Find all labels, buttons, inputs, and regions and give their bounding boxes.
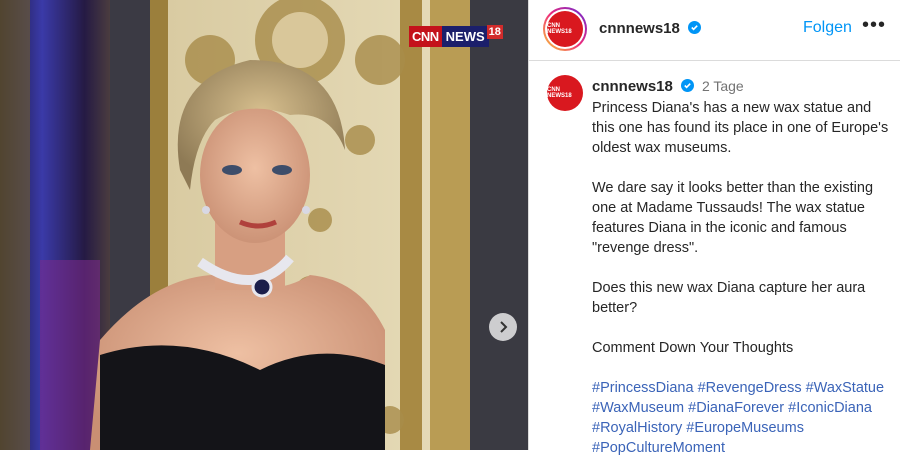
header-username[interactable]: cnnnews18 <box>599 20 702 37</box>
post-caption: cnnnews18 2 Tage Princess Diana's has a … <box>592 76 892 458</box>
caption-avatar[interactable]: CNN NEWS18 <box>547 75 583 111</box>
verified-badge-icon <box>688 20 702 34</box>
watermark-18: 18 <box>486 25 503 39</box>
post-header: CNN NEWS18 cnnnews18 Folgen ••• <box>529 0 900 61</box>
hashtag-link[interactable]: #WaxMuseum <box>592 400 684 416</box>
verified-badge-icon <box>680 78 694 92</box>
hashtag-link[interactable]: #RevengeDress <box>698 380 802 396</box>
hashtag-link[interactable]: #PopCultureMoment <box>592 440 725 456</box>
caption-paragraph-1: Princess Diana's has a new wax statue an… <box>592 100 889 156</box>
hashtag-link[interactable]: #EuropeMuseums <box>686 420 804 436</box>
profile-avatar: CNN NEWS18 <box>547 11 583 47</box>
wax-statue-photo <box>0 0 528 450</box>
post-side-panel: CNN NEWS18 cnnnews18 Folgen ••• CNN NEWS… <box>528 0 900 456</box>
caption-username[interactable]: cnnnews18 <box>592 78 673 95</box>
post-time[interactable]: 2 Tage <box>702 78 744 94</box>
hashtag-link[interactable]: #DianaForever <box>688 400 784 416</box>
watermark-news: NEWS <box>441 25 489 47</box>
hashtag-link[interactable]: #PrincessDiana <box>592 380 694 396</box>
watermark-cnn: CNN <box>409 25 442 47</box>
story-ring[interactable]: CNN NEWS18 <box>543 7 587 51</box>
chevron-right-icon <box>500 321 508 333</box>
next-image-button[interactable] <box>489 313 517 341</box>
hashtag-link[interactable]: #RoyalHistory <box>592 420 682 436</box>
follow-button[interactable]: Folgen <box>803 19 852 37</box>
caption-paragraph-3: Does this new wax Diana capture her aura… <box>592 280 866 316</box>
caption-paragraph-4: Comment Down Your Thoughts <box>592 340 794 356</box>
header-username-text[interactable]: cnnnews18 <box>599 20 680 37</box>
caption-paragraph-2: We dare say it looks better than the exi… <box>592 180 874 256</box>
hashtag-list: #PrincessDiana #RevengeDress #WaxStatue … <box>592 378 892 458</box>
hashtag-link[interactable]: #WaxStatue <box>806 380 884 396</box>
channel-watermark: CNN NEWS 18 <box>409 25 503 47</box>
more-options-icon[interactable]: ••• <box>862 14 886 37</box>
post-image[interactable]: CNN NEWS 18 <box>0 0 528 450</box>
hashtag-link[interactable]: #IconicDiana <box>788 400 872 416</box>
